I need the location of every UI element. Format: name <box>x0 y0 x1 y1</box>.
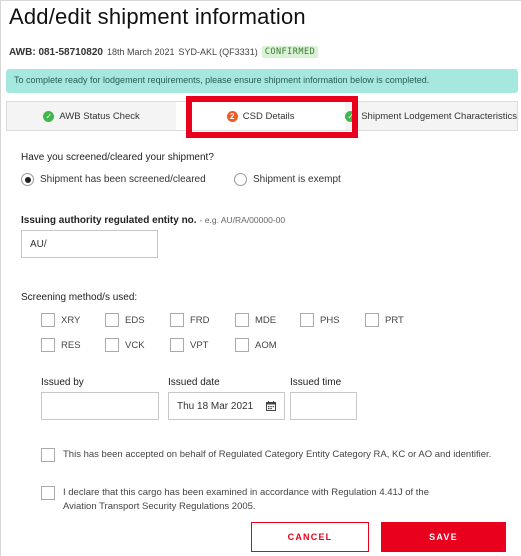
checkbox-prt[interactable]: PRT <box>365 313 404 327</box>
radio-label: Shipment has been screened/cleared <box>40 174 206 185</box>
awb-info: AWB: 081-58710820 18th March 2021 SYD-AK… <box>9 46 319 58</box>
tab-awb-status-check[interactable]: ✓ AWB Status Check <box>7 102 176 130</box>
issuing-authority-input[interactable]: AU/ <box>21 230 158 258</box>
radio-screened[interactable]: Shipment has been screened/cleared <box>21 173 206 186</box>
accepted-declaration-text: This has been accepted on behalf of Regu… <box>63 449 492 460</box>
checkbox-aom[interactable]: AOM <box>235 338 277 352</box>
issuing-authority-label: Issuing authority regulated entity no. - … <box>21 215 285 226</box>
checkbox-label: FRD <box>190 314 210 326</box>
checkbox-box <box>105 313 119 327</box>
save-button[interactable]: SAVE <box>381 522 506 552</box>
checkbox-phs[interactable]: PHS <box>300 313 340 327</box>
cargo-declaration[interactable]: I declare that this cargo has been exami… <box>41 486 511 514</box>
info-banner: To complete ready for lodgement requirem… <box>6 69 518 93</box>
checkbox-res[interactable]: RES <box>41 338 81 352</box>
cargo-declaration-line2: Aviation Transport Security Regulations … <box>63 501 256 512</box>
awb-route: SYD-AKL (QF3331) <box>178 47 258 57</box>
checkbox-label: EDS <box>125 314 145 326</box>
checkbox-box <box>365 313 379 327</box>
accepted-declaration[interactable]: This has been accepted on behalf of Regu… <box>41 448 511 462</box>
dialog: Add/edit shipment information AWB: 081-5… <box>0 0 521 556</box>
awb-number: AWB: 081-58710820 <box>9 46 103 58</box>
issued-date-input[interactable]: Thu 18 Mar 2021 <box>168 392 285 420</box>
checkbox-mde[interactable]: MDE <box>235 313 276 327</box>
checkbox-label: PHS <box>320 314 340 326</box>
check-circle-icon: ✓ <box>43 110 55 122</box>
status-badge: CONFIRMED <box>261 46 319 58</box>
screening-methods-label: Screening method/s used: <box>21 292 138 303</box>
checkbox-label: VCK <box>125 339 145 351</box>
awb-date: 18th March 2021 <box>106 47 175 57</box>
checkbox-xry[interactable]: XRY <box>41 313 80 327</box>
checkbox-eds[interactable]: EDS <box>105 313 145 327</box>
highlight-box <box>186 96 358 138</box>
checkbox-label: XRY <box>61 314 81 326</box>
issuing-authority-hint: - e.g. AU/RA/00000-00 <box>199 215 286 225</box>
checkbox-box <box>235 313 249 327</box>
radio-label: Shipment is exempt <box>253 174 341 185</box>
checkbox-box <box>41 313 55 327</box>
screening-question: Have you screened/cleared your shipment? <box>21 152 214 163</box>
radio-unselected-icon <box>234 173 247 186</box>
checkbox-box <box>41 448 55 462</box>
checkbox-vck[interactable]: VCK <box>105 338 145 352</box>
checkbox-box <box>170 338 184 352</box>
issuing-authority-title: Issuing authority regulated entity no. <box>21 215 197 226</box>
tab-label: Shipment Lodgement Characteristics <box>361 110 517 122</box>
checkbox-label: AOM <box>255 339 277 351</box>
checkbox-box <box>300 313 314 327</box>
checkbox-label: RES <box>61 339 81 351</box>
issued-time-input[interactable] <box>290 392 357 420</box>
issued-time-label: Issued time <box>290 377 342 388</box>
checkbox-box <box>41 338 55 352</box>
checkbox-box <box>105 338 119 352</box>
checkbox-box <box>235 338 249 352</box>
checkbox-label: MDE <box>255 314 277 326</box>
radio-selected-icon <box>21 173 34 186</box>
cargo-declaration-line1: I declare that this cargo has been exami… <box>63 487 429 498</box>
issued-date-value: Thu 18 Mar 2021 <box>177 400 254 412</box>
tab-shipment-lodgement-characteristics[interactable]: ✓ Shipment Lodgement Characteristics <box>345 102 517 130</box>
radio-exempt[interactable]: Shipment is exempt <box>234 173 341 186</box>
cancel-button[interactable]: CANCEL <box>251 522 369 552</box>
checkbox-frd[interactable]: FRD <box>170 313 210 327</box>
checkbox-label: VPT <box>190 339 209 351</box>
issued-date-label: Issued date <box>168 377 220 388</box>
issued-by-label: Issued by <box>41 377 84 388</box>
calendar-icon[interactable] <box>266 401 276 411</box>
checkbox-box <box>41 486 55 500</box>
checkbox-vpt[interactable]: VPT <box>170 338 208 352</box>
checkbox-box <box>170 313 184 327</box>
page-title: Add/edit shipment information <box>9 4 306 29</box>
issued-by-input[interactable] <box>41 392 159 420</box>
checkbox-label: PRT <box>385 314 404 326</box>
cargo-declaration-text: I declare that this cargo has been exami… <box>63 486 429 514</box>
tab-label: AWB Status Check <box>59 110 140 122</box>
